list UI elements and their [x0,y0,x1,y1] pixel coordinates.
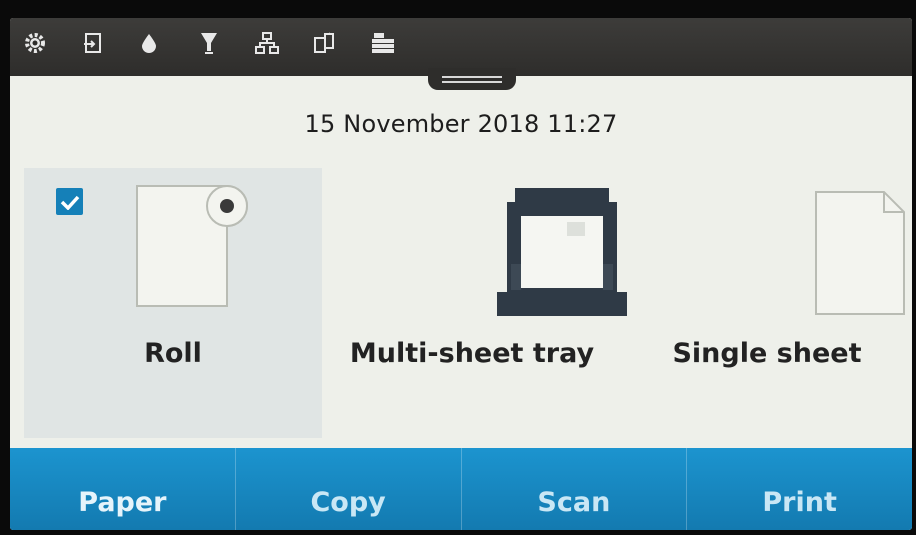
datetime: 15 November 2018 11:27 [304,110,618,138]
sheet-icon [815,191,905,315]
tray-icon [497,188,627,316]
tab-paper[interactable]: Paper [10,448,235,530]
source-multi-sheet-tray[interactable]: Multi-sheet tray [322,168,627,438]
source-single-sheet[interactable]: Single sheet [622,168,912,438]
source-label-single-sheet: Single sheet [672,338,862,369]
tab-scan[interactable]: Scan [460,448,687,530]
source-label-roll: Roll [144,338,202,369]
ink-drop-icon[interactable] [136,30,162,56]
network-icon[interactable] [254,30,280,56]
checkbox-checked-icon[interactable] [56,188,83,215]
printer-screen: 15 November 2018 11:27 Roll Multi-sheet … [10,18,912,530]
roll-icon [136,185,248,307]
mobile-print-icon[interactable] [312,30,338,56]
cleaning-icon[interactable] [196,30,222,56]
settings-icon[interactable] [22,30,48,56]
bottom-tab-bar: Paper Copy Scan Print [10,448,912,530]
paper-load-icon[interactable] [80,30,106,56]
paper-stack-icon[interactable] [370,30,396,56]
pull-down-handle[interactable] [428,68,516,90]
source-roll[interactable]: Roll [24,168,322,438]
source-label-multi-sheet-tray: Multi-sheet tray [349,338,595,369]
tab-print[interactable]: Print [686,448,912,530]
tab-copy[interactable]: Copy [234,448,461,530]
